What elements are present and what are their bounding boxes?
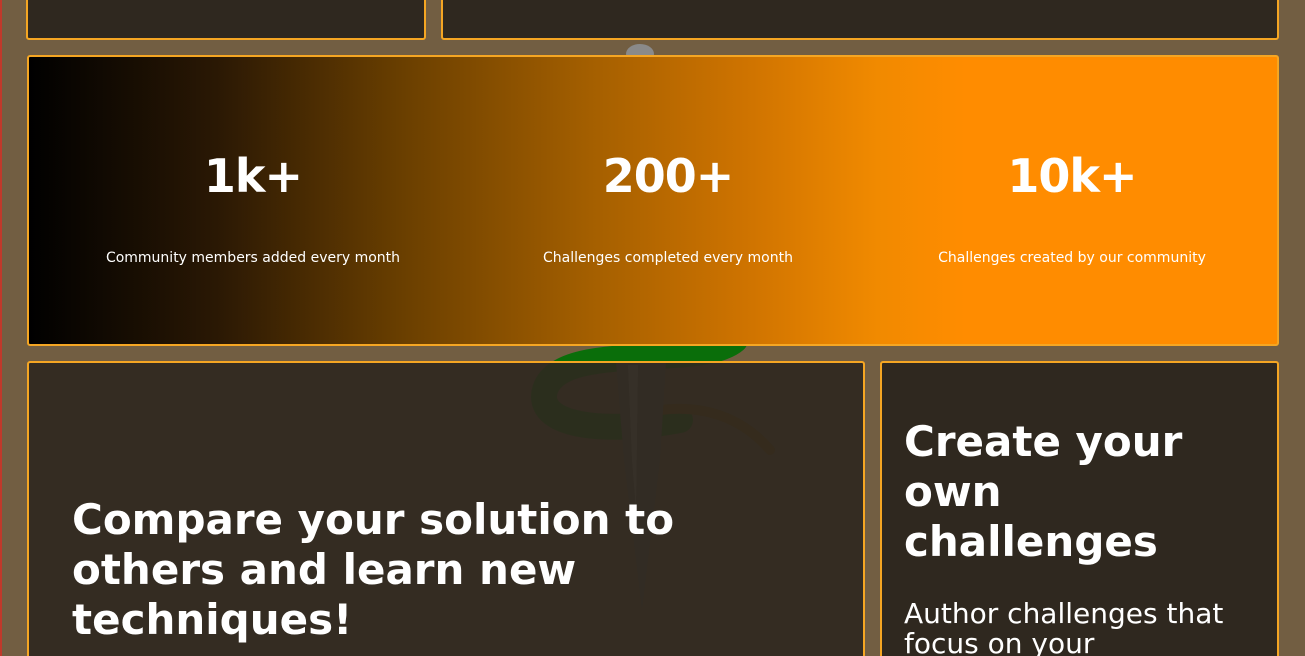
- stat-label: Challenges created by our community: [938, 250, 1206, 266]
- stats-banner: 1k+ Community members added every month …: [27, 55, 1279, 346]
- top-right-card: [441, 0, 1279, 40]
- stat-value: 1k+: [203, 149, 303, 203]
- page-left-edge: [0, 0, 2, 656]
- compare-title: Compare your solution to others and lear…: [72, 495, 675, 644]
- stat-label: Challenges completed every month: [543, 250, 793, 266]
- stat-label: Community members added every month: [105, 250, 401, 266]
- stat-value: 200+: [602, 149, 735, 203]
- create-subtitle: Author challenges that focus on your: [904, 597, 1224, 656]
- top-left-card: [26, 0, 426, 40]
- stat-value: 10k+: [1007, 149, 1137, 203]
- compare-solutions-card: Compare your solution to others and lear…: [27, 361, 865, 656]
- create-title: Create your own challenges: [904, 417, 1183, 566]
- create-challenges-card: Create your own challenges Author challe…: [880, 361, 1279, 656]
